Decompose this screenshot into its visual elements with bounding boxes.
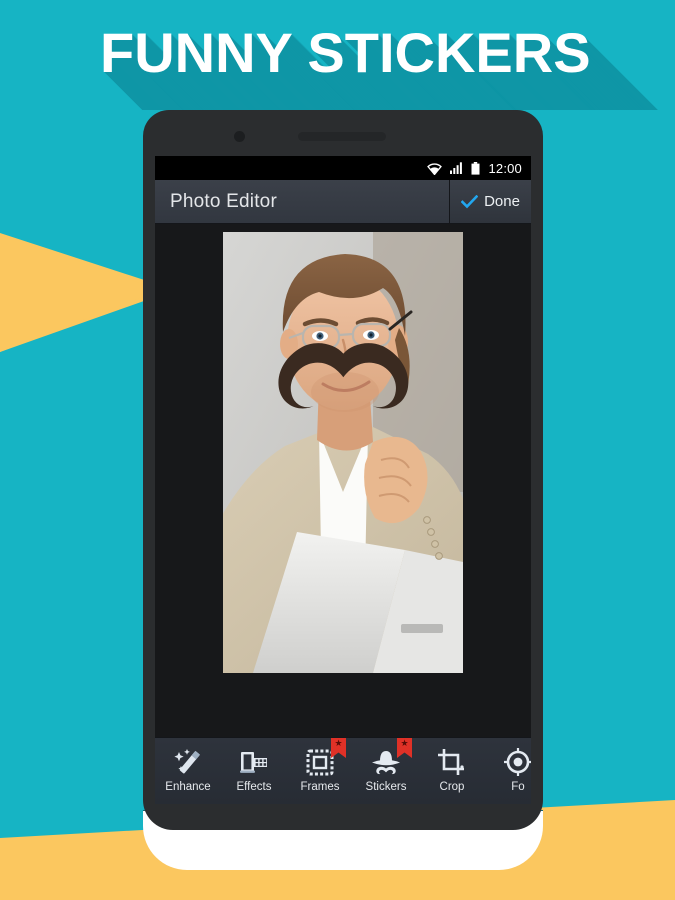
app-bar: Photo Editor Done	[155, 180, 531, 224]
tool-label: Frames	[300, 781, 340, 793]
app-title: Photo Editor	[170, 190, 277, 212]
premium-badge: ★	[397, 738, 412, 758]
tool-label: Fo	[511, 781, 525, 793]
tool-label: Enhance	[165, 781, 211, 793]
tool-label: Stickers	[365, 781, 407, 793]
headline-svg: FUNNY STICKERSFUNNY STICKERSFUNNY STICKE…	[100, 21, 675, 110]
badge-star-icon: ★	[400, 738, 409, 748]
status-bar-clock: 12:00	[488, 160, 522, 176]
focus-icon	[503, 744, 531, 780]
wifi-icon	[427, 162, 443, 175]
tool-frames[interactable]: ★ Frames	[287, 738, 353, 804]
premium-badge: ★	[331, 738, 346, 758]
photo-canvas[interactable]	[155, 224, 531, 737]
crop-icon	[437, 744, 467, 780]
earpiece-speaker-icon	[298, 132, 386, 141]
done-label: Done	[484, 193, 520, 210]
done-button[interactable]: Done	[449, 180, 531, 223]
tool-crop[interactable]: Crop	[419, 738, 485, 804]
tool-enhance[interactable]: Enhance	[155, 738, 221, 804]
tool-effects[interactable]: Effects	[221, 738, 287, 804]
editor-toolbar[interactable]: Enhance Effects ★ Frames ★ Stickers Crop…	[155, 737, 531, 804]
tool-stickers[interactable]: ★ Stickers	[353, 738, 419, 804]
phone-mockup: 12:00 Photo Editor Done Enhance Effects …	[143, 110, 543, 870]
edited-photo[interactable]	[223, 232, 463, 673]
tool-label: Effects	[236, 781, 272, 793]
promo-headline: FUNNY STICKERS FUNNY STICKERS FUNNY STICKE…	[0, 0, 675, 110]
film-roll-icon	[238, 744, 270, 780]
cellular-signal-icon	[450, 162, 463, 174]
status-bar: 12:00	[155, 156, 531, 180]
tool-focus[interactable]: Fo	[485, 738, 531, 804]
battery-icon	[471, 161, 480, 175]
photo-image	[223, 232, 463, 673]
tool-label: Crop	[439, 781, 465, 793]
phone-screen: 12:00 Photo Editor Done Enhance Effects …	[155, 156, 531, 804]
front-camera-dot-icon	[234, 131, 245, 142]
badge-star-icon: ★	[334, 738, 343, 748]
frame-icon	[305, 744, 335, 780]
magic-wand-icon	[173, 744, 203, 780]
headline-text: FUNNY STICKERS	[100, 21, 591, 84]
check-icon	[461, 194, 479, 208]
